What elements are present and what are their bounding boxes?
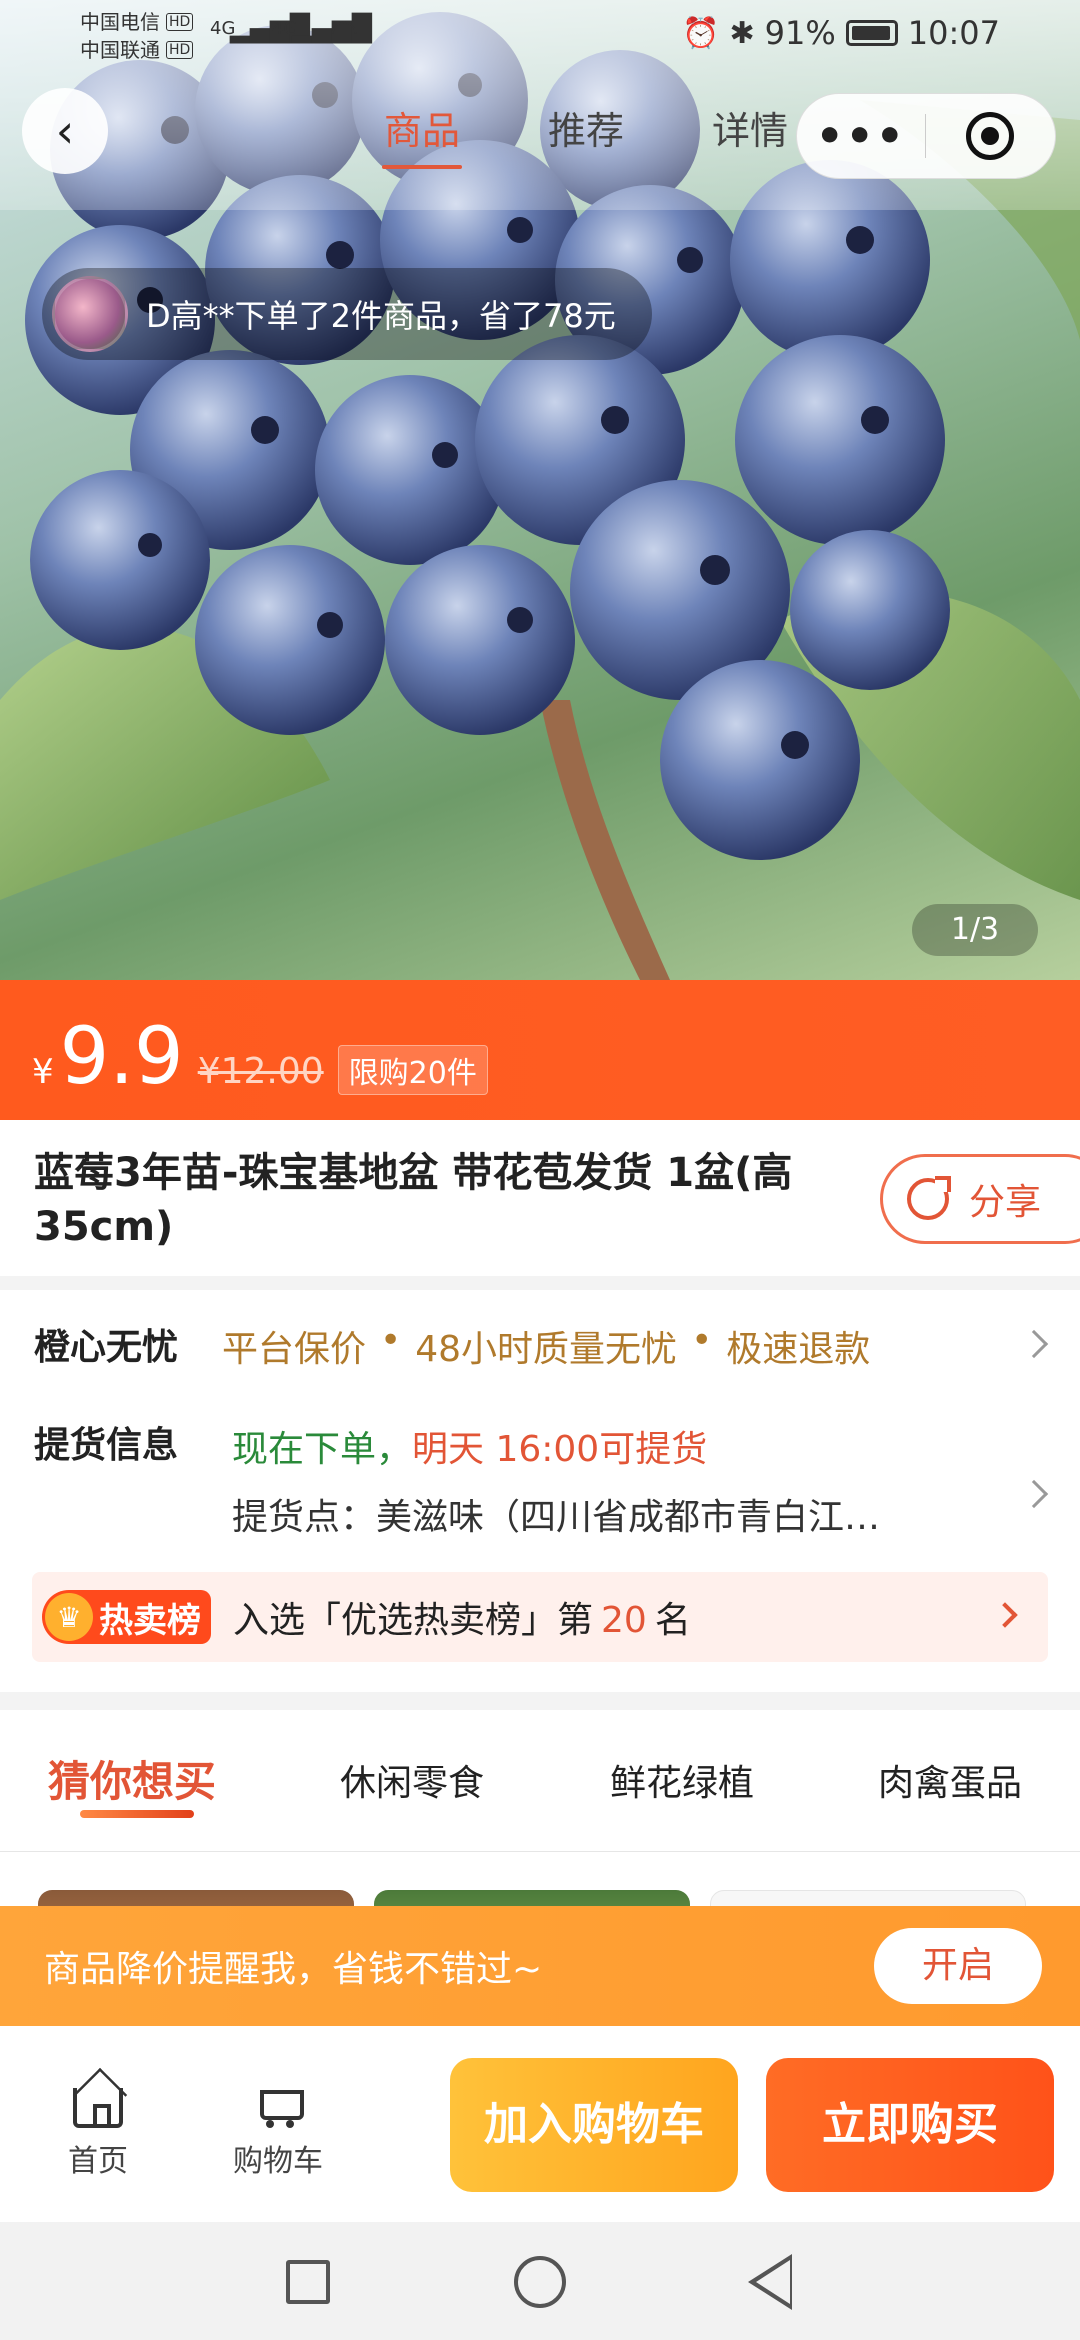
bottom-action-bar: 首页 购物车 加入购物车 立即购买	[0, 2026, 1080, 2222]
back-button[interactable]: ‹	[22, 88, 108, 174]
order-toast-text: D高**下单了2件商品，省了78元	[146, 297, 616, 335]
carrier-1: 中国电信	[80, 10, 160, 34]
title-section: 蓝莓3年苗-珠宝基地盆 带花苞发货 1盆(高35cm) 分享	[0, 1120, 1080, 1276]
recent-apps-icon[interactable]	[286, 2260, 330, 2304]
tab-guess-you-like[interactable]: 猜你想买	[48, 1748, 216, 1809]
order-toast: D高**下单了2件商品，省了78元	[42, 268, 652, 360]
tab-snacks[interactable]: 休闲零食	[340, 1754, 484, 1806]
hot-rank-suffix: 名	[654, 1600, 691, 1641]
home-label: 首页	[68, 2144, 128, 2179]
guarantee-item: 平台保价	[222, 1329, 367, 1370]
hot-rank-badge: ♛ 热卖榜	[42, 1590, 211, 1644]
chevron-right-icon	[1019, 1329, 1049, 1359]
section-divider	[0, 1276, 1080, 1290]
pickup-label: 提货信息	[34, 1425, 179, 1466]
guarantee-items: 平台保价 • 48小时质量无忧 • 极速退款	[222, 1320, 870, 1372]
chevron-left-icon: ‹	[55, 104, 75, 158]
hd-badge: HD	[166, 13, 194, 31]
reminder-text: 商品降价提醒我，省钱不错过~	[44, 1949, 543, 1990]
current-price: 9.9	[59, 1012, 184, 1102]
carrier-info: 中国电信 HD 中国联通 HD	[80, 8, 194, 64]
back-triangle-icon[interactable]	[748, 2254, 792, 2310]
guarantee-item: 48小时质量无忧	[415, 1329, 678, 1370]
price-bar: ¥ 9.9 ¥12.00 限购20件	[0, 980, 1080, 1120]
gallery-pager: 1/3	[912, 904, 1038, 956]
tab-underline	[80, 1810, 194, 1818]
hot-rank-prefix: 入选「优选热卖榜」第	[233, 1600, 594, 1641]
hot-rank-number: 20	[601, 1600, 647, 1641]
avatar	[52, 276, 128, 352]
home-icon	[73, 2088, 123, 2128]
currency-symbol: ¥	[32, 1052, 54, 1092]
buy-now-button[interactable]: 立即购买	[766, 2058, 1054, 2192]
cart-button[interactable]: 购物车	[218, 2072, 338, 2180]
info-section: 橙心无忧 平台保价 • 48小时质量无忧 • 极速退款 提货信息 现在下单，明天…	[0, 1290, 1080, 1682]
cart-label: 购物车	[233, 2144, 323, 2179]
system-nav-bar	[0, 2222, 1080, 2340]
carrier-2: 中国联通	[80, 38, 160, 62]
separator-dot: •	[691, 1320, 713, 1361]
home-button[interactable]: 首页	[38, 2072, 158, 2180]
hot-rank-badge-label: 热卖榜	[99, 1600, 201, 1641]
battery-icon	[845, 20, 898, 46]
share-button[interactable]: 分享	[880, 1154, 1080, 1244]
tab-label: 详情	[711, 109, 788, 153]
close-miniapp-button[interactable]	[926, 112, 1056, 160]
tab-recommend[interactable]: 推荐	[504, 100, 668, 169]
purchase-limit-badge: 限购20件	[337, 1045, 488, 1095]
share-label: 分享	[969, 1182, 1042, 1223]
category-tabs: 猜你想买 休闲零食 鲜花绿植 肉禽蛋品	[0, 1710, 1080, 1852]
enable-reminder-button[interactable]: 开启	[874, 1928, 1042, 2004]
hot-rank-banner[interactable]: ♛ 热卖榜 入选「优选热卖榜」第 20 名	[32, 1572, 1048, 1662]
pickup-location: 提货点：美滋味（四川省成都市青白江…	[232, 1497, 881, 1538]
bluetooth-icon: ✱	[729, 15, 755, 51]
guarantee-row[interactable]: 橙心无忧 平台保价 • 48小时质量无忧 • 极速退款	[0, 1290, 1080, 1382]
target-icon	[966, 112, 1015, 160]
tab-label: 商品	[383, 109, 460, 153]
section-divider	[0, 1692, 1080, 1710]
chevron-right-icon	[992, 1602, 1018, 1628]
add-to-cart-button[interactable]: 加入购物车	[450, 2058, 738, 2192]
home-circle-icon[interactable]	[514, 2256, 566, 2308]
tab-meat-eggs[interactable]: 肉禽蛋品	[878, 1754, 1022, 1806]
separator-dot: •	[380, 1320, 402, 1361]
guarantee-label: 橙心无忧	[34, 1327, 179, 1368]
share-icon	[907, 1176, 951, 1220]
tab-product[interactable]: 商品	[340, 100, 504, 169]
more-button[interactable]: •••	[797, 111, 925, 162]
original-price: ¥12.00	[197, 1051, 324, 1092]
product-detail-page: 中国电信 HD 中国联通 HD 4G ▂▄▆█ 4G ▂▄▆█ ◠ ⏰ ✱ 91% …	[0, 0, 1080, 2340]
guarantee-item: 极速退款	[726, 1329, 871, 1370]
tab-flowers-plants[interactable]: 鲜花绿植	[610, 1754, 754, 1806]
product-image-gallery[interactable]: 中国电信 HD 中国联通 HD 4G ▂▄▆█ 4G ▂▄▆█ ◠ ⏰ ✱ 91% …	[0, 0, 1080, 980]
pickup-time-highlight: 明天 16:00可提货	[412, 1429, 708, 1470]
trophy-icon: ♛	[45, 1593, 93, 1641]
chevron-right-icon	[1019, 1479, 1049, 1509]
page-nav-tabs: 商品 推荐 详情	[340, 100, 832, 169]
miniapp-capsule: •••	[796, 93, 1056, 179]
status-bar: 中国电信 HD 中国联通 HD 4G ▂▄▆█ 4G ▂▄▆█ ◠ ⏰ ✱ 91% …	[0, 0, 1080, 72]
cart-icon	[252, 2084, 304, 2128]
product-title: 蓝莓3年苗-珠宝基地盆 带花苞发货 1盆(高35cm)	[34, 1150, 793, 1250]
price-drop-reminder: 商品降价提醒我，省钱不错过~ 开启	[0, 1906, 1080, 2026]
more-icon: •••	[815, 110, 906, 162]
hd-badge: HD	[166, 41, 194, 59]
tab-underline	[382, 165, 462, 169]
status-right: ⏰ ✱ 91% 10:07	[682, 14, 1000, 52]
clock: 10:07	[907, 14, 1000, 52]
wifi-icon: ◠	[330, 12, 358, 50]
pickup-time-prefix: 现在下单，	[232, 1429, 413, 1470]
pickup-time: 现在下单，明天 16:00可提货	[232, 1420, 707, 1472]
battery-percent: 91%	[764, 14, 836, 52]
hot-rank-text: 入选「优选热卖榜」第 20 名	[233, 1591, 691, 1643]
alarm-icon: ⏰	[682, 15, 720, 51]
tab-label: 推荐	[547, 109, 624, 153]
